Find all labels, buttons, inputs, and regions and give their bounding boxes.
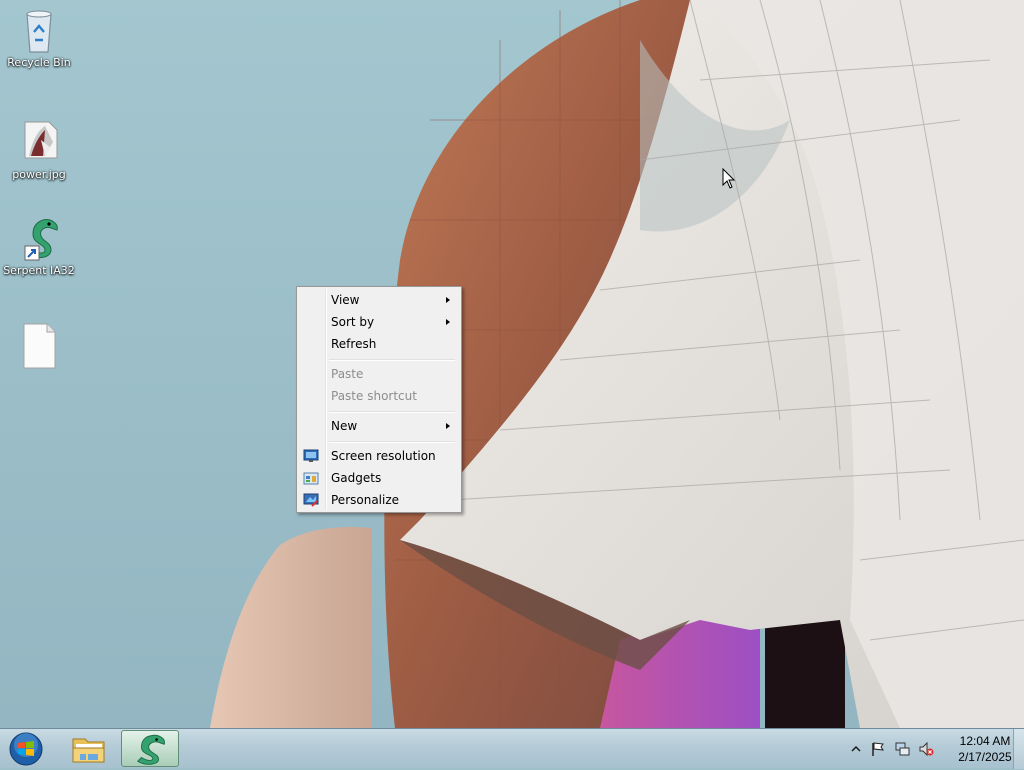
menu-item-refresh[interactable]: Refresh: [299, 333, 459, 355]
clock-time: 12:04 AM: [959, 734, 1011, 748]
menu-item-screen-resolution[interactable]: Screen resolution: [299, 445, 459, 467]
volume-muted-icon[interactable]: [918, 741, 934, 757]
submenu-arrow-icon: [446, 297, 450, 303]
submenu-arrow-icon: [446, 423, 450, 429]
serpent-icon: [136, 734, 165, 765]
menu-item-view[interactable]: View: [299, 289, 459, 311]
menu-item-new[interactable]: New: [299, 415, 459, 437]
menu-separator: [329, 411, 455, 413]
menu-item-gadgets[interactable]: Gadgets: [299, 467, 459, 489]
taskbar-button-explorer[interactable]: [60, 730, 118, 767]
menu-item-label: Gadgets: [331, 471, 382, 485]
recycle-bin-icon: [26, 10, 52, 53]
menu-item-label: View: [331, 293, 360, 307]
menu-item-label: Screen resolution: [331, 449, 436, 463]
system-tray: 12:04 AM 2/17/2025: [834, 729, 1024, 769]
clock[interactable]: 12:04 AM 2/17/2025: [952, 733, 1018, 765]
folder-explorer-icon: [72, 738, 105, 763]
desktop-icon-power-jpg[interactable]: power.jpg: [0, 118, 78, 181]
menu-item-label: Personalize: [331, 493, 400, 507]
menu-item-paste-shortcut[interactable]: Paste shortcut: [299, 385, 459, 407]
menu-item-label: Refresh: [331, 337, 377, 351]
menu-item-label: New: [331, 419, 358, 433]
network-icon[interactable]: [894, 741, 910, 757]
show-hidden-icons-chevron-icon[interactable]: [848, 741, 864, 757]
image-file-icon: [24, 121, 58, 159]
menu-separator: [329, 359, 455, 361]
action-center-flag-icon[interactable]: [870, 741, 886, 757]
mouse-cursor-icon: [722, 168, 736, 189]
desktop-wallpaper[interactable]: [0, 0, 1024, 728]
gadgets-icon: [303, 472, 319, 485]
menu-item-paste[interactable]: Paste: [299, 363, 459, 385]
menu-separator: [329, 441, 455, 443]
menu-item-label: Paste: [331, 367, 364, 381]
menu-item-sort-by[interactable]: Sort by: [299, 311, 459, 333]
taskbar-button-serpent[interactable]: [121, 730, 179, 767]
desktop-icon-label: Serpent IA32: [3, 264, 75, 277]
desktop-context-menu: View Sort by Refresh Paste Paste shortcu…: [296, 286, 462, 513]
show-desktop-button[interactable]: [1013, 729, 1024, 769]
blank-file-icon: [23, 323, 56, 369]
menu-item-label: Sort by: [331, 315, 375, 329]
desktop-icon-recycle-bin[interactable]: Recycle Bin: [0, 6, 78, 69]
clock-date: 2/17/2025: [958, 750, 1012, 764]
menu-item-personalize[interactable]: Personalize: [299, 489, 459, 511]
menu-item-label: Paste shortcut: [331, 389, 417, 403]
submenu-arrow-icon: [446, 319, 450, 325]
screen-resolution-icon: [303, 449, 319, 462]
desktop-icon-serpent-ia32[interactable]: Serpent IA32: [0, 214, 78, 277]
taskbar: 12:04 AM 2/17/2025: [0, 728, 1024, 769]
desktop-icon-label: power.jpg: [12, 168, 66, 181]
desktop-icon-blank-file[interactable]: [0, 322, 78, 372]
personalize-icon: [303, 493, 319, 507]
serpent-shortcut-icon: [24, 219, 58, 261]
windows-start-orb-icon[interactable]: [4, 731, 48, 767]
desktop-icon-label: Recycle Bin: [7, 56, 71, 69]
